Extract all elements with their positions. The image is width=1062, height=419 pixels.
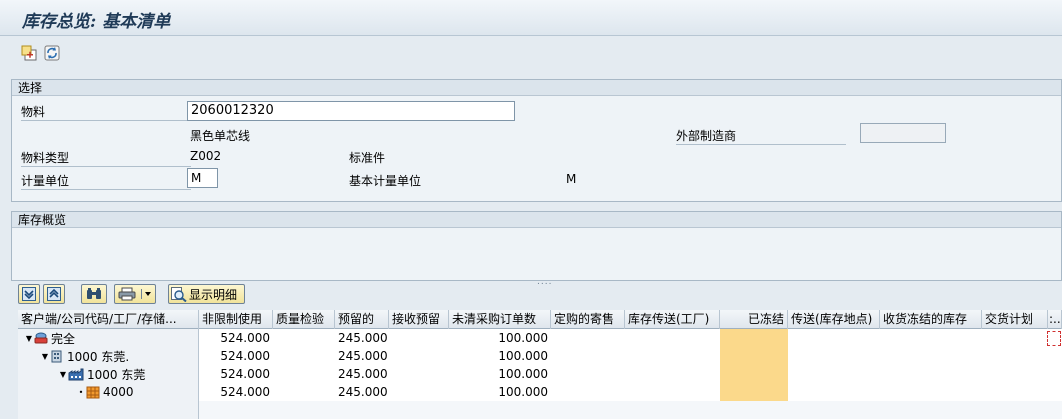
collapse-all-button[interactable] [43,284,65,304]
find-button[interactable] [81,284,107,304]
collapse-caret-icon[interactable]: ▼ [58,370,68,379]
cell-open-po: 100.000 [498,349,548,363]
external-manufacturer-field[interactable] [860,123,946,143]
print-button[interactable] [114,284,156,304]
column-header-unrestricted[interactable]: 非限制使用 [199,310,273,329]
tree-node-label: 4000 [103,385,134,399]
table-row[interactable]: • 4000 524.000 245.000 100.000 [18,383,1062,401]
material-type-code: Z002 [190,149,222,163]
refresh-icon[interactable] [43,44,61,62]
page-title: 库存总览: 基本清单 [22,12,171,32]
tree-node-label: 1000 东莞. [67,349,130,364]
cell-open-po: 100.000 [498,385,548,399]
splitter-handle[interactable]: .... [537,277,552,287]
storage-location-icon [86,386,100,398]
print-dropdown[interactable] [141,289,153,299]
magnifier-icon [171,286,187,302]
expand-all-icon [22,287,36,301]
tree-node-label: 完全 [51,331,76,346]
grid-empty-area [199,401,1062,419]
column-header-stock-transfer-plant[interactable]: 库存传送(工厂) [625,310,720,329]
column-header-receipt-reservation[interactable]: 接收预留 [389,310,449,329]
external-manufacturer-label: 外部制造商 [676,127,846,145]
grid-header: 客户端/公司代码/工厂/存储... 非限制使用 质量检验 预留的 接收预留 未清… [18,310,1062,329]
column-header-blocked[interactable]: 已冻结 [720,310,788,329]
tree-node-label: 1000 东莞 [87,367,146,382]
table-row[interactable]: ▼ 1000 东莞 524.000 245.000 100.000 [18,365,1062,383]
tree-node-client[interactable]: ▼ 完全 [24,329,75,347]
cell-reserved: 245.000 [338,349,388,363]
material-field[interactable]: 2060012320 [187,101,515,121]
printer-icon [118,287,136,301]
collapse-caret-icon[interactable]: ▼ [24,334,34,343]
column-header-transfer-sloc[interactable]: 传送(库存地点) [788,310,880,329]
stock-overview-group: 库存概览 [11,211,1062,281]
column-header-consignment-ordered[interactable]: 定购的寄售 [551,310,625,329]
material-type-label: 物料类型 [21,149,191,167]
base-unit-value: M [566,172,577,186]
cell-unrestricted: 524.000 [220,385,270,399]
base-unit-label: 基本计量单位 [349,174,422,188]
expand-all-button[interactable] [18,284,40,304]
stock-grid: 客户端/公司代码/工厂/存储... 非限制使用 质量检验 预留的 接收预留 未清… [18,310,1062,419]
collapse-all-icon [47,287,61,301]
unit-of-measure-field[interactable]: M [187,168,218,188]
column-header-quality-inspection[interactable]: 质量检验 [273,310,335,329]
column-header-reserved[interactable]: 预留的 [335,310,389,329]
column-header-gr-blocked[interactable]: 收货冻结的库存 [880,310,982,329]
client-icon [34,332,48,343]
cell-unrestricted: 524.000 [220,331,270,345]
selection-header: 选择 [12,80,1061,96]
unit-of-measure-label: 计量单位 [21,172,191,190]
cell-focus-marker [1047,331,1061,346]
tree-node-company-code[interactable]: ▼ 1000 东莞. [40,347,129,365]
company-code-icon [51,350,62,362]
cell-reserved: 245.000 [338,331,388,345]
selection-group: 选择 物料 2060012320 黑色单芯线 外部制造商 物料类型 Z002 标… [11,79,1062,202]
material-description: 黑色单芯线 [190,129,251,143]
leaf-bullet-icon: • [78,387,84,397]
cell-unrestricted: 524.000 [220,367,270,381]
material-label: 物料 [21,103,191,121]
column-header-delivery-schedule[interactable]: 交货计划 [982,310,1048,329]
tree-node-storage-location[interactable]: • 4000 [76,383,134,401]
material-type-description: 标准件 [349,151,386,165]
cell-open-po: 100.000 [498,331,548,345]
show-details-button[interactable]: 显示明细 [168,284,245,304]
cell-open-po: 100.000 [498,367,548,381]
binoculars-icon [87,288,101,299]
tree-node-plant[interactable]: ▼ 1000 东莞 [58,365,145,383]
cell-reserved: 245.000 [338,367,388,381]
column-header-open-po[interactable]: 未清采购订单数 [449,310,551,329]
column-header-hierarchy[interactable]: 客户端/公司代码/工厂/存储... [18,310,199,329]
stock-overview-header: 库存概览 [12,212,1061,228]
application-toolbar [0,36,1062,72]
new-window-icon[interactable] [20,44,38,62]
collapse-caret-icon[interactable]: ▼ [40,352,50,361]
title-bar: 库存总览: 基本清单 [0,0,1062,36]
table-row[interactable]: ▼ 完全 524.000 245.000 100.000 [18,329,1062,347]
table-row[interactable]: ▼ 1000 东莞. 524.000 245.000 100.000 [18,347,1062,365]
cell-reserved: 245.000 [338,385,388,399]
plant-icon [68,368,84,380]
column-header-more[interactable]: :.. [1048,310,1062,329]
cell-unrestricted: 524.000 [220,349,270,363]
chevron-down-icon [144,292,151,296]
show-details-label: 显示明细 [189,287,238,302]
